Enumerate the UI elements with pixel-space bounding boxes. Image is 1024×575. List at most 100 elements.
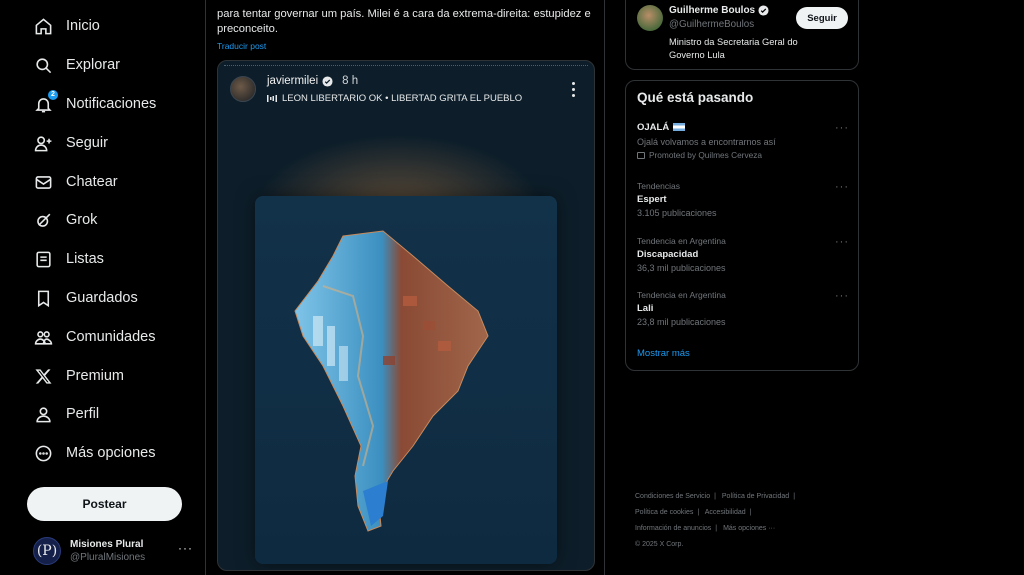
nav-item-grok[interactable]: Grok <box>33 206 97 234</box>
trends-title: Qué está pasando <box>637 90 754 105</box>
promoted-label: Promoted by Quilmes Cerveza <box>637 150 849 160</box>
trend-item[interactable]: OJALÁ Ojalá volvamos a encontrarnos así … <box>637 122 849 160</box>
follow-suggestion-name-row[interactable]: Guilherme Boulos <box>669 5 769 16</box>
media-username-row: javiermilei 8 h <box>267 75 358 87</box>
trend-context: Tendencia en Argentina <box>637 236 726 246</box>
media-time: 8 h <box>342 75 359 87</box>
avatar[interactable] <box>637 5 663 31</box>
account-switcher[interactable]: (P) Misiones Plural @PluralMisiones ··· <box>33 535 193 567</box>
account-handle: @PluralMisiones <box>70 552 146 563</box>
media-music-row: LEON LIBERTARIO OK • LIBERTAD GRITA EL P… <box>267 93 522 104</box>
trends-panel: Qué está pasando OJALÁ Ojalá volvamos a … <box>625 80 859 371</box>
nav-item-mas-opciones[interactable]: Más opciones <box>33 439 155 467</box>
nav-item-guardados[interactable]: Guardados <box>33 284 138 312</box>
trend-context: Tendencias <box>637 181 681 191</box>
search-icon <box>33 55 53 75</box>
nav-item-explorar[interactable]: Explorar <box>33 51 120 79</box>
nav-item-inicio[interactable]: Inicio <box>33 12 100 40</box>
trend-more-icon[interactable]: ··· <box>835 181 849 193</box>
translate-link[interactable]: Traducir post <box>217 41 266 51</box>
kebab-menu-icon[interactable] <box>572 82 576 98</box>
nav-label: Listas <box>66 251 104 267</box>
nav-label: Inicio <box>66 18 100 34</box>
trend-item[interactable]: Tendencias Espert 3.105 publicaciones ··… <box>637 181 849 218</box>
main-timeline: para tentar governar um país. Milei é a … <box>205 0 605 575</box>
trend-subtitle: 36,3 mil publicaciones <box>637 263 726 273</box>
trend-more-icon[interactable]: ··· <box>835 236 849 248</box>
notification-badge: 2 <box>48 90 58 100</box>
left-sidebar: Inicio Explorar 2 Notificaciones Seguir … <box>0 0 205 575</box>
home-icon <box>33 16 53 36</box>
trend-more-icon[interactable]: ··· <box>835 122 849 134</box>
show-more-link[interactable]: Mostrar más <box>637 348 690 359</box>
nav-label: Guardados <box>66 290 138 306</box>
footer-link[interactable]: Política de Privacidad <box>722 493 789 500</box>
nav-label: Premium <box>66 368 125 384</box>
south-america-map-image <box>294 230 489 532</box>
nav-label: Notificaciones <box>66 96 157 112</box>
nav-item-chatear[interactable]: Chatear <box>33 168 118 196</box>
argentina-flag-icon <box>673 123 686 132</box>
footer-link[interactable]: Accesibilidad <box>705 509 746 516</box>
who-to-follow-card: Guilherme Boulos @GuilhermeBoulos Minist… <box>625 0 859 70</box>
nav-item-comunidades[interactable]: Comunidades <box>33 323 155 351</box>
nav-label: Perfil <box>66 406 100 422</box>
trend-subtitle: 23,8 mil publicaciones <box>637 317 726 327</box>
nav-item-seguir[interactable]: Seguir <box>33 129 108 157</box>
follow-icon <box>33 133 53 153</box>
more-dots-icon[interactable]: ··· <box>178 541 193 555</box>
avatar <box>230 76 256 102</box>
verified-badge-icon <box>322 75 333 87</box>
x-logo-icon <box>33 366 53 386</box>
media-music-text: LEON LIBERTARIO OK • LIBERTAD GRITA EL P… <box>282 93 523 104</box>
grok-icon <box>33 210 53 230</box>
promoted-icon <box>637 151 645 159</box>
nav-label: Explorar <box>66 57 120 73</box>
music-bars-icon <box>267 95 277 102</box>
nav-item-listas[interactable]: Listas <box>33 245 104 273</box>
mail-icon <box>33 172 53 192</box>
trend-item[interactable]: Tendencia en Argentina Lali 23,8 mil pub… <box>637 290 849 327</box>
divider <box>224 65 588 66</box>
nav-item-notificaciones[interactable]: 2 Notificaciones <box>33 90 156 118</box>
profile-icon <box>33 404 53 424</box>
more-circle-icon <box>33 443 53 463</box>
trend-name: Lali <box>637 303 654 314</box>
nav-item-premium[interactable]: Premium <box>33 362 124 390</box>
bookmark-icon <box>33 288 53 308</box>
nav-label: Comunidades <box>66 329 156 345</box>
bell-icon: 2 <box>33 90 58 114</box>
follow-suggestion-name: Guilherme Boulos <box>669 5 756 16</box>
footer-links: Condiciones de Servicio | Política de Pri… <box>635 489 835 553</box>
trend-context: Tendencia en Argentina <box>637 290 726 300</box>
trend-subtitle: Ojalá volvamos a encontrarnos así <box>637 137 776 147</box>
trend-name: OJALÁ <box>637 122 670 133</box>
avatar: (P) <box>33 537 61 565</box>
nav-item-perfil[interactable]: Perfil <box>33 400 99 428</box>
tweet-text: para tentar governar um país. Milei é a … <box>217 8 591 35</box>
nav-label: Grok <box>66 212 98 228</box>
promoted-text: Promoted by Quilmes Cerveza <box>649 150 762 160</box>
copyright: © 2025 X Corp. <box>635 541 684 548</box>
trend-more-icon[interactable]: ··· <box>835 290 849 302</box>
nav-label: Chatear <box>66 174 118 190</box>
follow-suggestion-handle: @GuilhermeBoulos <box>669 19 755 30</box>
trend-name: Espert <box>637 194 667 205</box>
account-name: Misiones Plural <box>70 539 144 550</box>
list-icon <box>33 249 53 269</box>
trend-name: Discapacidad <box>637 249 699 260</box>
trend-subtitle: 3.105 publicaciones <box>637 208 717 218</box>
nav-label: Seguir <box>66 135 108 151</box>
footer-link[interactable]: Política de cookies <box>635 509 693 516</box>
right-sidebar: Guilherme Boulos @GuilhermeBoulos Minist… <box>605 0 1024 575</box>
follow-button[interactable]: Seguir <box>796 7 848 29</box>
post-button[interactable]: Postear <box>27 487 182 521</box>
media-username: javiermilei <box>267 75 319 87</box>
footer-link[interactable]: Más opciones ··· <box>723 525 775 532</box>
footer-link[interactable]: Información de anuncios <box>635 525 711 532</box>
tweet-media[interactable]: javiermilei 8 h LEON LIBERTARIO OK • LIB… <box>217 60 595 571</box>
trend-item[interactable]: Tendencia en Argentina Discapacidad 36,3… <box>637 236 849 273</box>
nav-label: Más opciones <box>66 445 156 461</box>
verified-badge-icon <box>758 5 769 16</box>
footer-link[interactable]: Condiciones de Servicio <box>635 493 710 500</box>
